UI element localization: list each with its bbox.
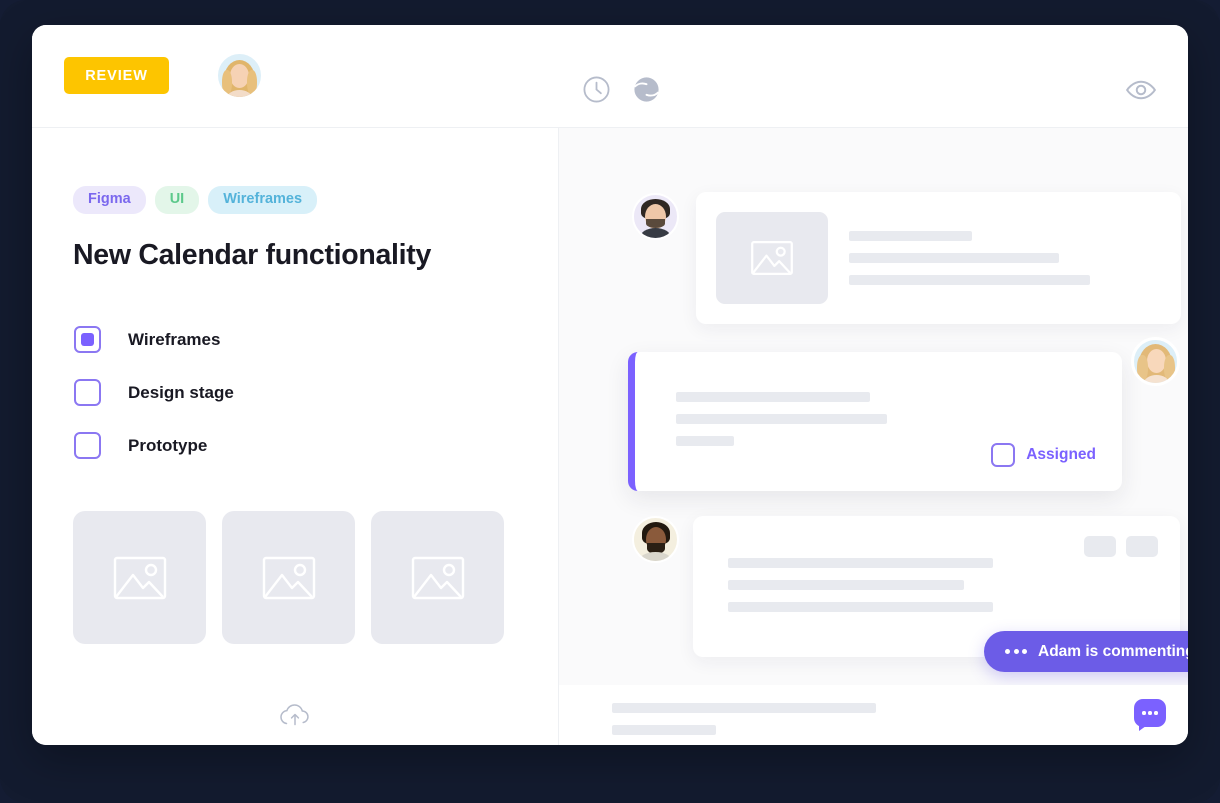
- checklist-item-design-stage[interactable]: Design stage: [74, 366, 234, 419]
- eye-icon[interactable]: [1124, 73, 1158, 107]
- checkbox-wireframes[interactable]: [74, 326, 101, 353]
- skeleton-line: [728, 580, 964, 590]
- bottombar-right: [559, 685, 1188, 745]
- thumbnail-1[interactable]: [73, 511, 206, 644]
- checklist-item-wireframes[interactable]: Wireframes: [74, 313, 234, 366]
- checkbox-prototype[interactable]: [74, 432, 101, 459]
- cloud-upload-icon[interactable]: [277, 701, 313, 729]
- checklist-label: Wireframes: [128, 329, 221, 349]
- comment-card-one[interactable]: [696, 192, 1181, 324]
- skeleton-line: [849, 231, 972, 241]
- card-one-skeleton: [849, 231, 1090, 285]
- topbar-avatar[interactable]: [216, 52, 263, 99]
- assigned-label: Assigned: [1026, 446, 1096, 463]
- tag-wireframes[interactable]: Wireframes: [208, 186, 318, 214]
- assigned-toggle[interactable]: Assigned: [991, 443, 1096, 467]
- skeleton-line: [612, 703, 876, 713]
- thumbnail-3[interactable]: [371, 511, 504, 644]
- card-three-skeleton: [728, 558, 993, 612]
- thumbnail-grid: [73, 511, 504, 644]
- thumbnail-2[interactable]: [222, 511, 355, 644]
- image-placeholder-icon: [411, 556, 464, 599]
- bottombar: [32, 685, 1188, 745]
- skeleton-line: [728, 558, 993, 568]
- commenting-status-pill[interactable]: Adam is commenting: [984, 631, 1188, 672]
- card-one-thumbnail[interactable]: [716, 212, 828, 304]
- left-panel: Figma UI Wireframes New Calendar functio…: [32, 128, 559, 685]
- checklist-label: Prototype: [128, 435, 208, 455]
- commenter-avatar-three[interactable]: [632, 516, 679, 563]
- topbar: REVIEW: [32, 25, 1188, 128]
- app-background: REVIEW Figma UI Wireframes New Calendar …: [0, 0, 1220, 803]
- clock-icon[interactable]: [582, 75, 611, 104]
- app-window: REVIEW Figma UI Wireframes New Calendar …: [32, 25, 1188, 745]
- page-title: New Calendar functionality: [73, 239, 432, 271]
- assigned-card-skeleton: [676, 392, 887, 446]
- commenting-status-text: Adam is commenting: [1038, 642, 1188, 660]
- checkbox-assigned[interactable]: [991, 443, 1016, 467]
- skeleton-line: [849, 275, 1090, 285]
- assigned-card[interactable]: Assigned: [628, 352, 1122, 491]
- checklist-label: Design stage: [128, 382, 234, 402]
- contrast-sphere-icon[interactable]: [632, 75, 661, 104]
- checkbox-design-stage[interactable]: [74, 379, 101, 406]
- checkbox-fill-icon: [81, 333, 94, 346]
- typing-dots-icon: [1005, 649, 1027, 654]
- content-area: Figma UI Wireframes New Calendar functio…: [32, 128, 1188, 685]
- skeleton-line: [676, 414, 887, 424]
- tag-figma[interactable]: Figma: [73, 186, 146, 214]
- tag-ui[interactable]: UI: [154, 186, 200, 214]
- card-action-button-1[interactable]: [1084, 536, 1116, 557]
- image-placeholder-icon: [262, 556, 315, 599]
- card-three-actions: [1084, 536, 1158, 557]
- bottombar-skeleton: [612, 703, 876, 735]
- right-panel: Assigned Adam is commenting: [559, 128, 1188, 685]
- image-placeholder-icon: [113, 556, 166, 599]
- image-placeholder-icon: [751, 241, 793, 275]
- checklist: Wireframes Design stage Prototype: [74, 313, 234, 472]
- speech-bubble-icon[interactable]: [1134, 699, 1166, 731]
- review-button[interactable]: REVIEW: [64, 57, 169, 94]
- skeleton-line: [676, 436, 734, 446]
- topbar-icon-group: [582, 75, 661, 104]
- skeleton-line: [676, 392, 870, 402]
- skeleton-line: [728, 602, 993, 612]
- bottombar-left: [32, 685, 559, 745]
- card-action-button-2[interactable]: [1126, 536, 1158, 557]
- commenter-avatar-two[interactable]: [1131, 337, 1180, 386]
- skeleton-line: [612, 725, 716, 735]
- commenter-avatar-one[interactable]: [632, 193, 679, 240]
- checklist-item-prototype[interactable]: Prototype: [74, 419, 234, 472]
- skeleton-line: [849, 253, 1059, 263]
- tag-list: Figma UI Wireframes: [73, 186, 318, 214]
